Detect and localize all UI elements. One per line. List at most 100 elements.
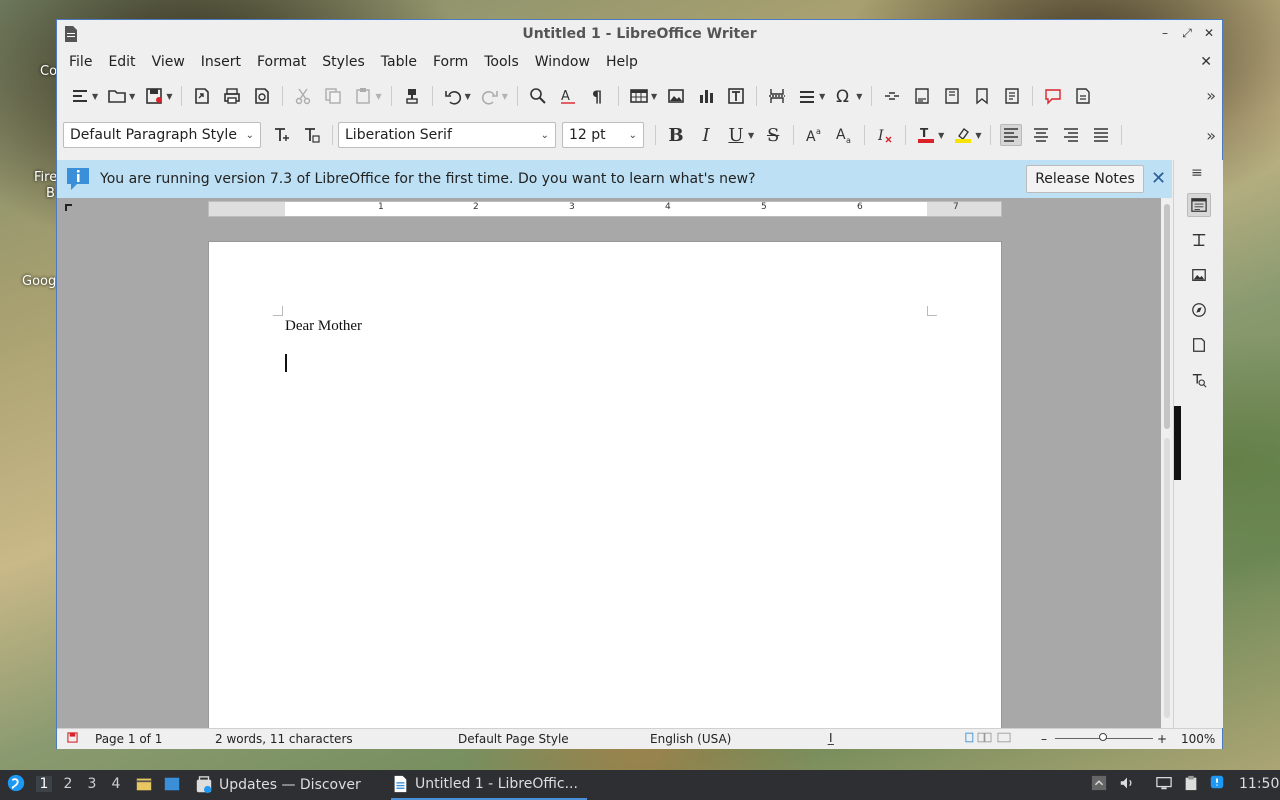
align-right-button[interactable] (1060, 124, 1082, 146)
new-style-icon[interactable] (301, 124, 323, 146)
superscript-icon[interactable]: Aa (803, 124, 825, 146)
app-launcher-icon[interactable] (6, 773, 26, 797)
maximize-button[interactable]: ⤢ (1180, 25, 1194, 41)
chevron-down-icon[interactable]: ▼ (375, 92, 381, 101)
menu-view[interactable]: View (144, 48, 193, 76)
formatting-marks-icon[interactable]: ¶ (587, 85, 609, 107)
workspace-4[interactable]: 4 (108, 776, 124, 792)
menu-table[interactable]: Table (373, 48, 425, 76)
document-modified-icon[interactable] (67, 732, 78, 746)
vertical-scrollbar[interactable] (1161, 198, 1173, 728)
page-count[interactable]: Page 1 of 1 (95, 732, 162, 746)
chevron-down-icon[interactable]: ▼ (938, 131, 944, 140)
updates-notification-icon[interactable] (1209, 774, 1225, 794)
scrollbar-thumb[interactable] (1164, 204, 1170, 429)
chevron-down-icon[interactable]: ▼ (129, 92, 135, 101)
new-document-icon[interactable] (69, 85, 91, 107)
styles-icon[interactable] (1187, 228, 1211, 252)
volume-icon[interactable] (1119, 775, 1135, 795)
clone-formatting-icon[interactable] (401, 85, 423, 107)
align-center-button[interactable] (1030, 124, 1052, 146)
workspace-2[interactable]: 2 (60, 776, 76, 792)
menu-edit[interactable]: Edit (100, 48, 143, 76)
insert-chart-icon[interactable] (695, 85, 717, 107)
print-preview-icon[interactable] (251, 85, 273, 107)
insert-field-icon[interactable] (796, 85, 818, 107)
align-left-button[interactable] (1000, 124, 1023, 146)
workspace-1[interactable]: 1 (36, 776, 52, 792)
subscript-icon[interactable]: Aa (833, 124, 855, 146)
insert-table-icon[interactable] (628, 85, 650, 107)
chevron-down-icon[interactable]: ▼ (651, 92, 657, 101)
view-layout-icons[interactable] (965, 732, 1017, 746)
gallery-icon[interactable] (1187, 263, 1211, 287)
language[interactable]: English (USA) (650, 732, 731, 746)
zoom-slider-handle[interactable] (1099, 733, 1107, 741)
zoom-level[interactable]: 100% (1181, 732, 1215, 746)
justify-button[interactable] (1090, 124, 1112, 146)
find-replace-icon[interactable] (527, 85, 549, 107)
menu-window[interactable]: Window (527, 48, 598, 76)
insert-comment-icon[interactable] (1042, 85, 1064, 107)
document-text[interactable]: Dear Mother (285, 318, 362, 335)
chevron-down-icon[interactable]: ▼ (975, 131, 981, 140)
close-window-button[interactable]: ✕ (1202, 25, 1216, 41)
font-size-select[interactable]: 12 pt ⌄ (562, 122, 644, 148)
copy-icon[interactable] (322, 85, 344, 107)
paste-icon[interactable] (352, 85, 374, 107)
chevron-down-icon[interactable]: ▼ (748, 131, 754, 140)
word-count[interactable]: 2 words, 11 characters (215, 732, 353, 746)
chevron-down-icon[interactable]: ▼ (819, 92, 825, 101)
menu-styles[interactable]: Styles (314, 48, 372, 76)
desktop-icon-label[interactable]: B (46, 186, 55, 201)
save-icon[interactable] (143, 85, 165, 107)
update-style-icon[interactable] (271, 124, 293, 146)
zoom-in-button[interactable]: + (1157, 732, 1167, 746)
menu-file[interactable]: File (61, 48, 100, 76)
page-break-icon[interactable] (766, 85, 788, 107)
menu-help[interactable]: Help (598, 48, 646, 76)
chevron-down-icon[interactable]: ▼ (92, 92, 98, 101)
file-manager-icon[interactable] (135, 775, 153, 797)
sidebar-collapse-handle[interactable] (1174, 406, 1181, 480)
desktop-icon-label[interactable]: Co (40, 64, 57, 79)
menu-format[interactable]: Format (249, 48, 314, 76)
cut-icon[interactable] (292, 85, 314, 107)
clock[interactable]: 11:50 (1239, 776, 1279, 792)
close-document-button[interactable]: ✕ (1200, 54, 1212, 70)
release-notes-button[interactable]: Release Notes (1026, 165, 1144, 193)
clipboard-icon[interactable] (1183, 775, 1199, 795)
bookmark-icon[interactable] (971, 85, 993, 107)
minimize-button[interactable]: – (1158, 25, 1172, 41)
italic-button[interactable]: I (695, 124, 717, 146)
desktop-icon-label[interactable]: Goog (22, 274, 56, 289)
title-bar[interactable]: Untitled 1 - LibreOffice Writer – ⤢ ✕ (57, 20, 1222, 48)
sidebar-menu-icon[interactable]: ≡ (1191, 165, 1203, 181)
chevron-down-icon[interactable]: ▼ (502, 92, 508, 101)
font-color-icon[interactable]: T (915, 124, 937, 146)
chevron-down-icon[interactable]: ▼ (465, 92, 471, 101)
task-discover[interactable]: Updates — Discover (195, 770, 379, 800)
print-icon[interactable] (221, 85, 243, 107)
menu-insert[interactable]: Insert (193, 48, 249, 76)
chevron-down-icon[interactable]: ▼ (856, 92, 862, 101)
undo-icon[interactable] (442, 85, 464, 107)
highlight-color-icon[interactable] (952, 124, 974, 146)
menu-tools[interactable]: Tools (476, 48, 527, 76)
task-writer[interactable]: Untitled 1 - LibreOffic... (391, 770, 587, 800)
endnote-icon[interactable] (941, 85, 963, 107)
navigator-icon[interactable] (1187, 298, 1211, 322)
paragraph-style-select[interactable]: Default Paragraph Style ⌄ (63, 122, 261, 148)
tray-up-arrow-icon[interactable] (1091, 775, 1107, 795)
strikethrough-button[interactable]: S (762, 124, 784, 146)
export-pdf-icon[interactable] (191, 85, 213, 107)
horizontal-ruler[interactable]: 1 2 3 4 5 6 7 (208, 201, 1002, 217)
desktop-icon[interactable] (163, 775, 181, 797)
desktop-icon-label[interactable]: Fire (34, 170, 57, 185)
zoom-out-button[interactable]: – (1041, 732, 1047, 746)
close-infobar-button[interactable]: ✕ (1151, 168, 1166, 189)
track-changes-icon[interactable] (1072, 85, 1094, 107)
special-character-icon[interactable]: Ω (833, 85, 855, 107)
open-folder-icon[interactable] (106, 85, 128, 107)
insert-image-icon[interactable] (665, 85, 687, 107)
